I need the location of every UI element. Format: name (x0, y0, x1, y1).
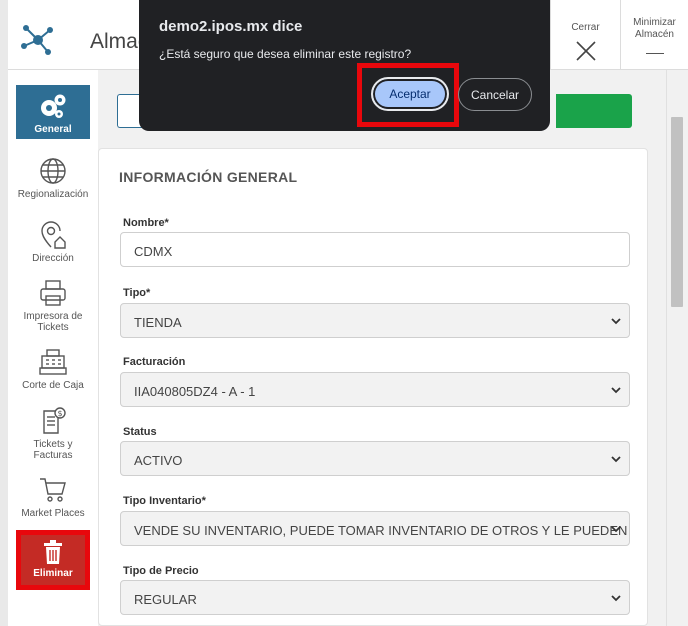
close-icon (575, 41, 596, 61)
background-page (0, 0, 8, 626)
tipo-precio-label: Tipo de Precio (123, 565, 199, 577)
sidebar-item-label: Impresora de (23, 311, 83, 322)
sidebar-item-eliminar[interactable]: Eliminar (16, 530, 90, 590)
status-value: ACTIVO (134, 453, 183, 468)
chevron-down-icon (611, 526, 621, 533)
cancel-button[interactable]: Cancelar (458, 78, 532, 111)
printer-icon (40, 280, 66, 306)
chevron-down-icon (611, 387, 621, 394)
sidebar-item-label: Corte de Caja (22, 380, 84, 391)
sidebar: General Regionalización Dirección Impres… (8, 70, 98, 626)
tipo-select[interactable]: TIENDA (120, 303, 630, 338)
status-select[interactable]: ACTIVO (120, 441, 630, 476)
dialog-message: ¿Está seguro que desea eliminar este reg… (159, 47, 412, 61)
invoice-icon: $ (43, 407, 66, 434)
tipo-inventario-value: VENDE SU INVENTARIO, PUEDE TOMAR INVENTA… (134, 523, 630, 538)
sidebar-item-market-places[interactable]: Market Places (16, 475, 90, 519)
sidebar-item-label: Facturas (33, 450, 73, 461)
sidebar-item-label: Regionalización (17, 189, 89, 200)
tipo-precio-select[interactable]: REGULAR (120, 580, 630, 615)
sidebar-item-label: Tickets (37, 322, 69, 333)
cart-icon (40, 478, 66, 502)
close-label: Cerrar (571, 22, 600, 33)
sidebar-item-tickets-facturas[interactable]: $ Tickets y Facturas (16, 406, 90, 461)
status-label: Status (123, 426, 157, 438)
nombre-label: Nombre* (123, 217, 169, 229)
sidebar-item-general[interactable]: General (16, 85, 90, 139)
nombre-input[interactable]: CDMX (120, 232, 630, 267)
tipo-inventario-select[interactable]: VENDE SU INVENTARIO, PUEDE TOMAR INVENTA… (120, 511, 630, 546)
sidebar-item-impresora[interactable]: Impresora de Tickets (16, 278, 90, 333)
scrollbar-thumb[interactable] (671, 117, 683, 307)
vertical-scrollbar[interactable] (666, 70, 688, 626)
minimize-label: Minimizar (633, 17, 676, 28)
facturacion-value: IIA040805DZ4 - A - 1 (134, 384, 256, 399)
sidebar-item-regionalizacion[interactable]: Regionalización (16, 156, 90, 200)
tipo-inventario-label: Tipo Inventario* (123, 495, 206, 507)
minimize-icon (645, 53, 664, 54)
sidebar-item-corte-caja[interactable]: Corte de Caja (16, 347, 90, 391)
trash-icon (44, 540, 62, 564)
close-button[interactable]: Cerrar (550, 0, 620, 70)
general-info-card: INFORMACIÓN GENERAL Nombre* CDMX Tipo* T… (98, 148, 648, 626)
sidebar-item-label: Market Places (21, 508, 85, 519)
tipo-precio-value: REGULAR (134, 592, 197, 607)
tipo-value: TIENDA (134, 315, 182, 330)
nombre-value: CDMX (134, 244, 173, 259)
gears-icon (41, 94, 66, 118)
chevron-down-icon (611, 595, 621, 602)
network-logo-icon (21, 25, 53, 55)
sidebar-item-direccion[interactable]: Dirección (16, 220, 90, 264)
save-button[interactable] (556, 94, 632, 128)
ok-button[interactable]: Aceptar (371, 77, 449, 111)
chevron-down-icon (611, 318, 621, 325)
facturacion-label: Facturación (123, 356, 186, 368)
facturacion-select[interactable]: IIA040805DZ4 - A - 1 (120, 372, 630, 407)
sidebar-item-label: General (34, 124, 72, 135)
sidebar-item-label: Eliminar (33, 568, 73, 579)
confirm-dialog: demo2.ipos.mx dice ¿Está seguro que dese… (139, 0, 550, 131)
cash-register-icon (39, 349, 67, 375)
minimize-label-2: Almacén (635, 29, 674, 40)
location-home-icon (41, 221, 66, 249)
tipo-label: Tipo* (123, 287, 151, 299)
svg-text:$: $ (57, 409, 62, 418)
minimize-button[interactable]: Minimizar Almacén (620, 0, 688, 70)
section-title: INFORMACIÓN GENERAL (119, 169, 298, 185)
chevron-down-icon (611, 456, 621, 463)
sidebar-item-label: Dirección (32, 253, 74, 264)
globe-icon (40, 158, 66, 184)
dialog-title: demo2.ipos.mx dice (159, 18, 303, 35)
sidebar-item-label: Tickets y (33, 439, 73, 450)
